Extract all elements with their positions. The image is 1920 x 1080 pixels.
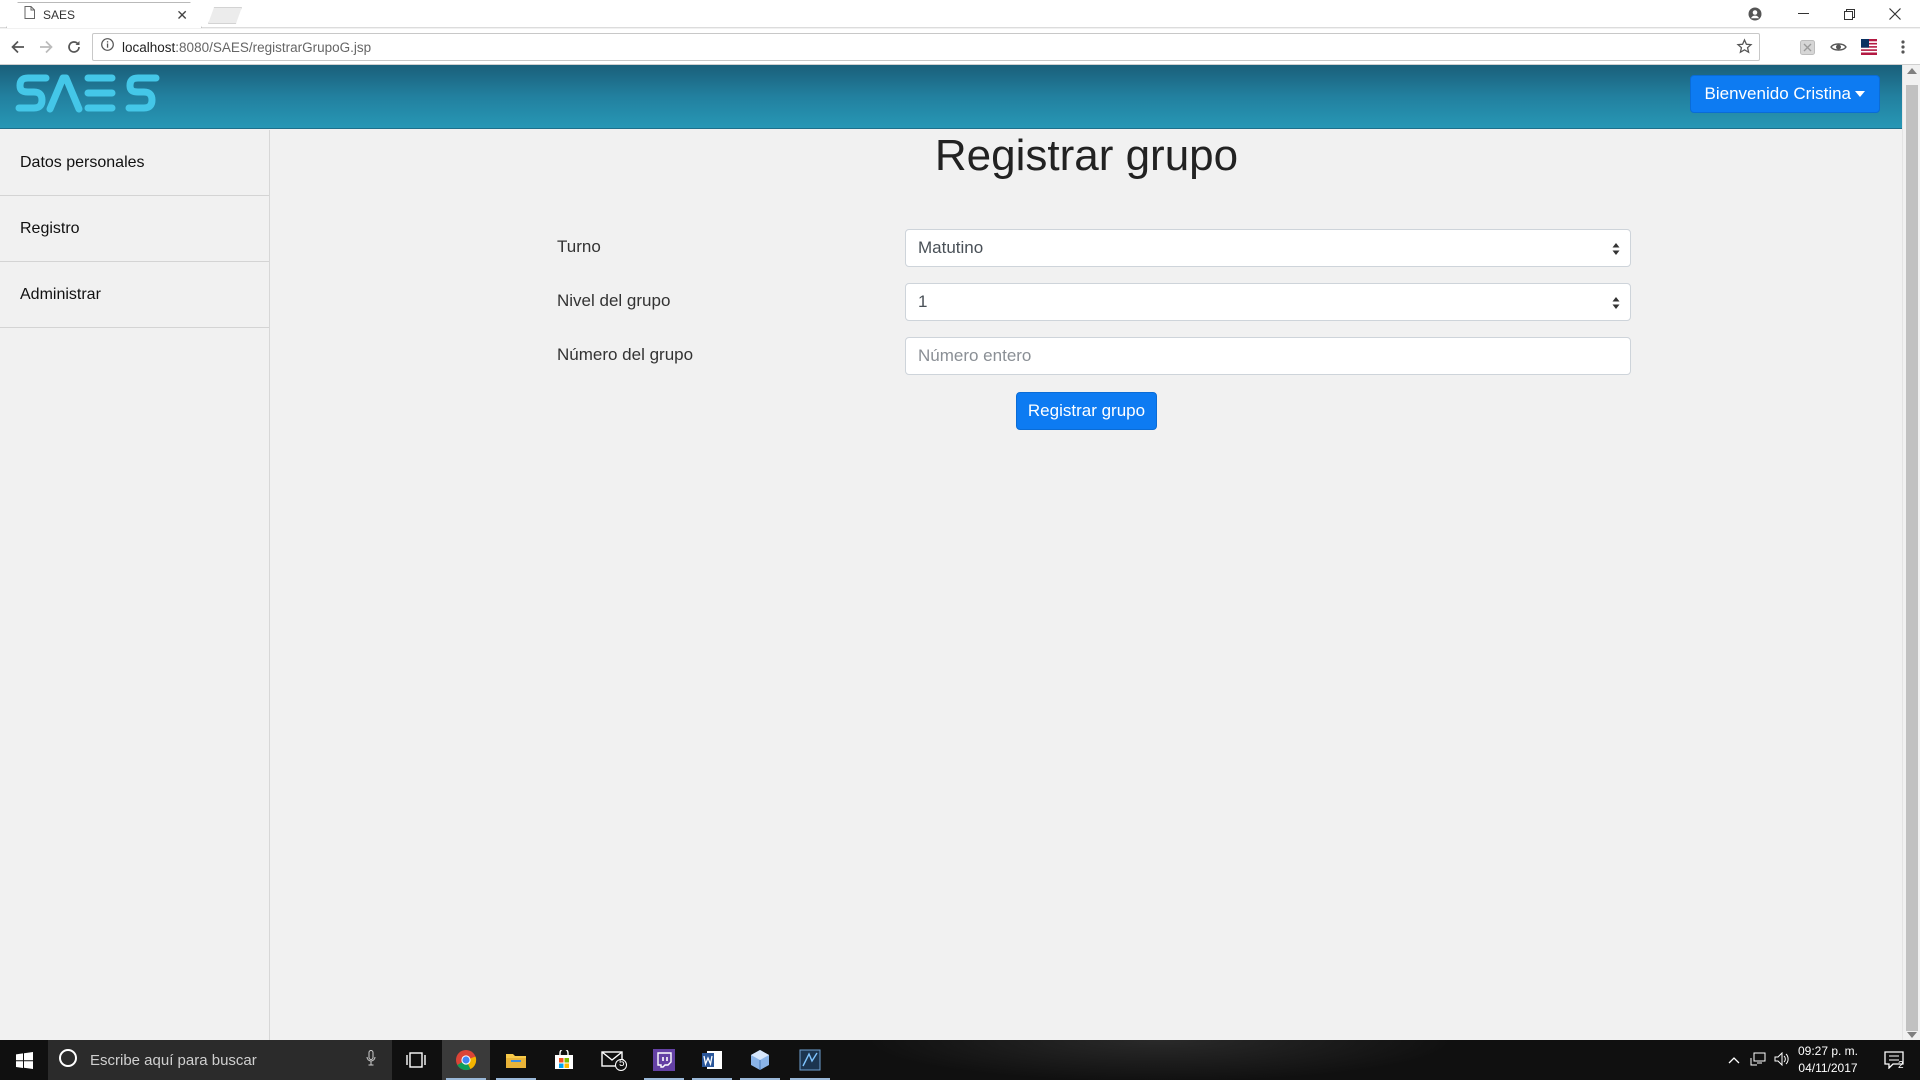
site-info-icon[interactable] (101, 38, 114, 56)
word-icon[interactable] (688, 1040, 736, 1080)
sidebar-item-administrar[interactable]: Administrar (0, 262, 269, 328)
select-arrows-icon (1612, 297, 1620, 309)
turno-select[interactable]: Matutino (905, 229, 1631, 267)
turno-label: Turno (557, 237, 601, 256)
browser-tab[interactable]: SAES ✕ (6, 2, 202, 28)
address-bar[interactable]: localhost:8080/SAES/registrarGrupoG.jsp (92, 33, 1760, 61)
close-window-button[interactable] (1872, 0, 1918, 28)
page-favicon-icon (24, 6, 35, 24)
bookmark-star-icon[interactable] (1736, 38, 1753, 60)
chrome-taskbar-icon[interactable] (442, 1040, 490, 1080)
flag-extension-icon[interactable] (1860, 38, 1878, 56)
turno-row: Turno Matutino (557, 229, 1631, 267)
select-arrows-icon (1612, 243, 1620, 255)
mail-icon[interactable]: 5 (590, 1040, 638, 1080)
tab-close-icon[interactable]: ✕ (176, 7, 188, 24)
minimize-button[interactable] (1780, 0, 1826, 28)
virtualbox-icon[interactable] (736, 1040, 784, 1080)
extension-icon[interactable] (1798, 38, 1816, 56)
user-menu-label: Bienvenido Cristina (1704, 84, 1851, 103)
netbeans-icon[interactable] (786, 1040, 834, 1080)
sidebar-item-registro[interactable]: Registro (0, 196, 269, 262)
taskbar-search-box[interactable]: Escribe aquí para buscar (48, 1040, 392, 1080)
windows-taskbar: Escribe aquí para buscar 5 09:27 p. m. 0… (0, 1040, 1920, 1080)
network-icon[interactable] (1750, 1052, 1766, 1069)
nivel-row: Nivel del grupo 1 (557, 283, 1631, 321)
twitch-icon[interactable] (640, 1040, 688, 1080)
scroll-thumb[interactable] (1906, 85, 1918, 1031)
browser-toolbar: localhost:8080/SAES/registrarGrupoG.jsp (0, 29, 1920, 65)
restore-button[interactable] (1826, 0, 1872, 28)
forward-icon[interactable] (35, 36, 57, 58)
system-tray (1728, 1040, 1790, 1080)
store-icon[interactable] (540, 1040, 588, 1080)
browser-menu-icon[interactable] (1894, 38, 1912, 56)
saes-logo[interactable] (14, 69, 168, 126)
sidebar: Datos personales Registro Administrar (0, 130, 270, 1040)
main-content: Registrar grupo Turno Matutino Nivel del… (271, 130, 1902, 1040)
reload-icon[interactable] (63, 36, 85, 58)
nivel-select[interactable]: 1 (905, 283, 1631, 321)
numero-row: Número del grupo Número entero (557, 337, 1631, 375)
microphone-icon[interactable] (366, 1049, 376, 1071)
taskbar-clock[interactable]: 09:27 p. m. 04/11/2017 (1788, 1043, 1868, 1077)
action-center-icon[interactable]: 2 (1872, 1040, 1916, 1080)
sidebar-item-label: Administrar (20, 285, 101, 303)
user-menu-button[interactable]: Bienvenido Cristina (1689, 75, 1880, 113)
registrar-grupo-button[interactable]: Registrar grupo (1016, 392, 1157, 430)
tray-chevron-up-icon[interactable] (1728, 1053, 1740, 1067)
caret-down-icon (1855, 91, 1865, 97)
file-explorer-icon[interactable] (492, 1040, 540, 1080)
turno-selected-value: Matutino (918, 238, 984, 257)
clock-time: 09:27 p. m. (1797, 1044, 1859, 1058)
numero-input[interactable]: Número entero (905, 337, 1631, 375)
back-icon[interactable] (7, 36, 29, 58)
tab-title: SAES (43, 8, 76, 22)
eye-extension-icon[interactable] (1829, 38, 1847, 56)
page-title: Registrar grupo (934, 131, 1239, 180)
notifications-badge: 2 (1898, 1060, 1904, 1071)
new-tab-button[interactable] (208, 7, 242, 24)
scroll-down-icon[interactable] (1907, 1032, 1917, 1038)
nivel-selected-value: 1 (918, 292, 928, 311)
numero-label: Número del grupo (557, 345, 694, 364)
windows-start-icon[interactable] (0, 1040, 48, 1080)
taskbar-search-placeholder: Escribe aquí para buscar (90, 1051, 257, 1069)
sidebar-item-datos-personales[interactable]: Datos personales (0, 130, 269, 196)
cortana-icon (58, 1048, 78, 1073)
task-view-icon[interactable] (392, 1040, 440, 1080)
browser-tabstrip: SAES ✕ (0, 0, 1920, 28)
profile-icon[interactable] (1732, 0, 1778, 28)
sidebar-item-label: Registro (20, 219, 80, 237)
url-text: localhost:8080/SAES/registrarGrupoG.jsp (122, 39, 372, 55)
sidebar-item-label: Datos personales (20, 153, 145, 171)
numero-placeholder: Número entero (918, 346, 1032, 365)
clock-date: 04/11/2017 (1798, 1061, 1858, 1075)
mail-badge: 5 (619, 1058, 625, 1069)
nivel-label: Nivel del grupo (557, 291, 671, 310)
scroll-up-icon[interactable] (1907, 68, 1917, 74)
app-header: Bienvenido Cristina (0, 65, 1902, 129)
page-scrollbar[interactable] (1902, 65, 1920, 1040)
